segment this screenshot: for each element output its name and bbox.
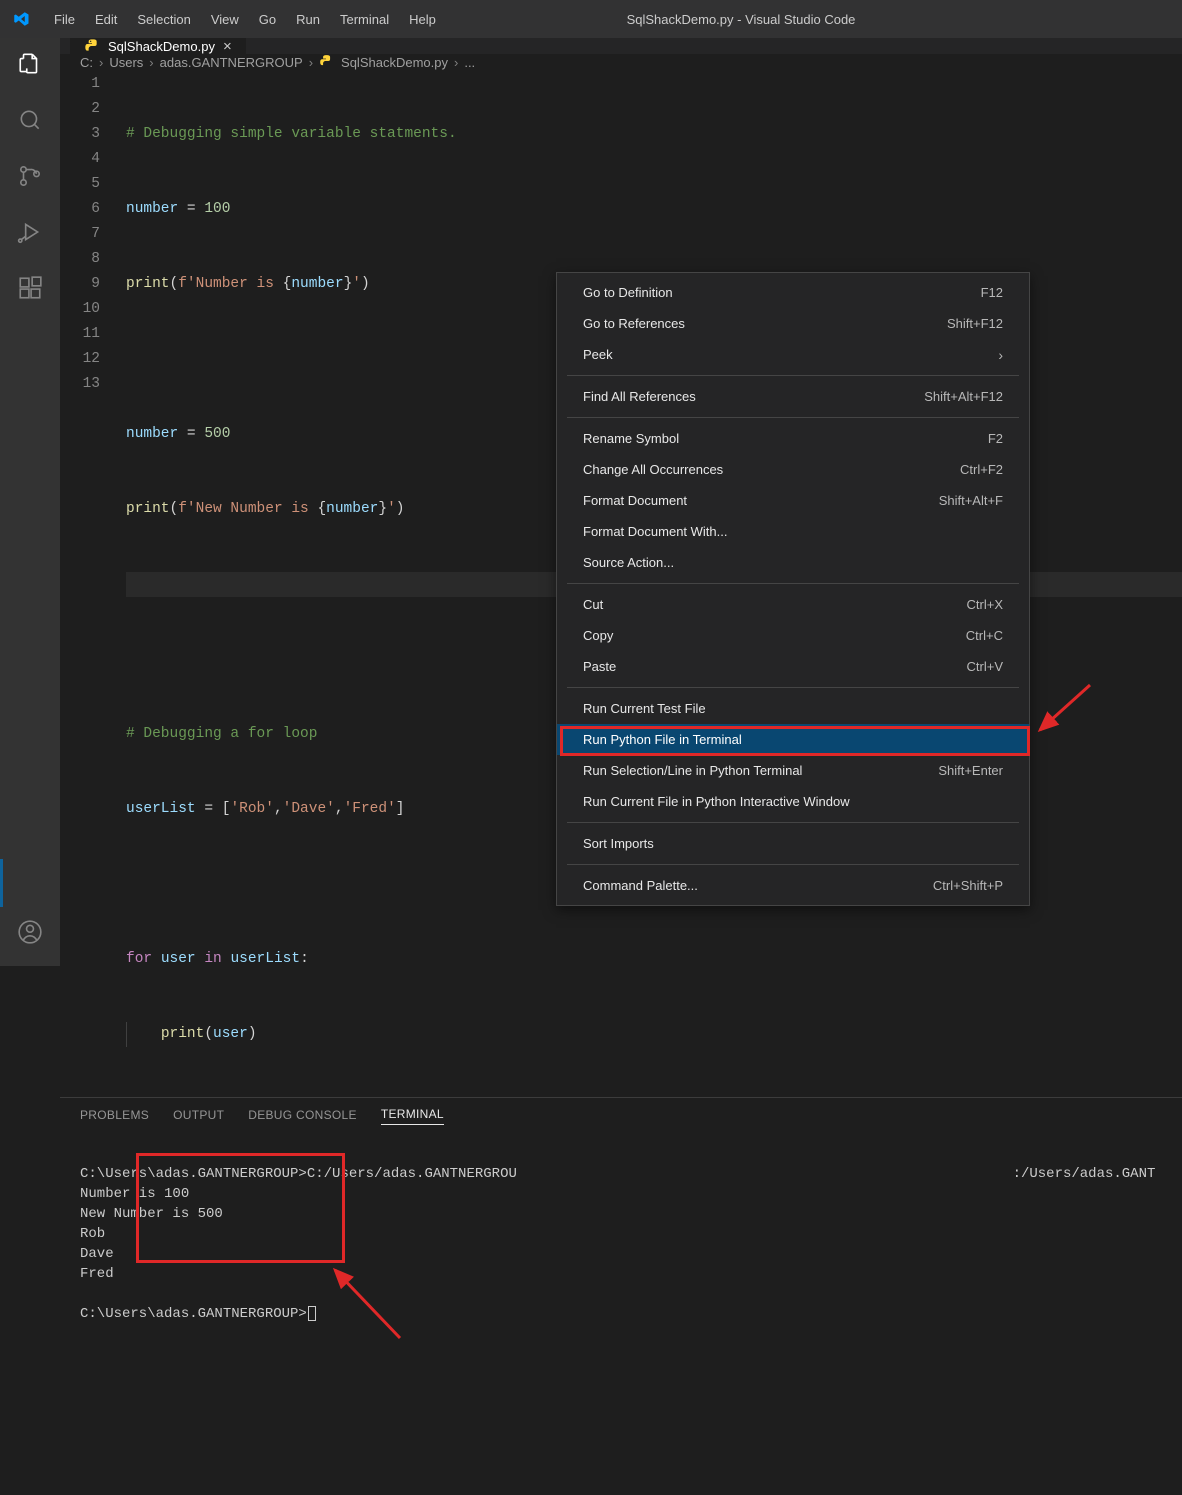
menu-go[interactable]: Go [249, 8, 286, 31]
chevron-right-icon: › [998, 347, 1003, 363]
terminal-prompt: C:\Users\adas.GANTNERGROUP> [80, 1306, 307, 1322]
account-icon[interactable] [16, 918, 44, 946]
ctx-go-to-references[interactable]: Go to ReferencesShift+F12 [557, 308, 1029, 339]
breadcrumb-seg[interactable]: Users [109, 55, 143, 70]
menu-bar: File Edit Selection View Go Run Terminal… [44, 8, 446, 31]
ctx-sort-imports[interactable]: Sort Imports [557, 828, 1029, 859]
context-menu: Go to DefinitionF12 Go to ReferencesShif… [556, 272, 1030, 906]
ctx-run-current-test-file[interactable]: Run Current Test File [557, 693, 1029, 724]
vscode-logo-icon [12, 10, 30, 28]
terminal-output-line: New Number is 500 [80, 1206, 223, 1222]
breadcrumb-seg[interactable]: adas.GANTNERGROUP [160, 55, 303, 70]
ctx-separator [567, 583, 1019, 584]
breadcrumb-seg[interactable]: C: [80, 55, 93, 70]
panel-tab-terminal[interactable]: TERMINAL [381, 1107, 444, 1125]
ctx-change-all-occurrences[interactable]: Change All OccurrencesCtrl+F2 [557, 454, 1029, 485]
python-file-icon [319, 54, 335, 70]
ctx-source-action[interactable]: Source Action... [557, 547, 1029, 578]
ctx-peek[interactable]: Peek› [557, 339, 1029, 370]
panel-tab-debug[interactable]: DEBUG CONSOLE [248, 1108, 357, 1125]
extensions-icon[interactable] [16, 274, 44, 302]
ctx-go-to-definition[interactable]: Go to DefinitionF12 [557, 277, 1029, 308]
terminal-line: :/Users/adas.GANT [1013, 1166, 1156, 1182]
ctx-command-palette[interactable]: Command Palette...Ctrl+Shift+P [557, 870, 1029, 901]
title-bar: File Edit Selection View Go Run Terminal… [0, 0, 1182, 38]
ctx-rename-symbol[interactable]: Rename SymbolF2 [557, 423, 1029, 454]
menu-edit[interactable]: Edit [85, 8, 127, 31]
editor-tabs: SqlShackDemo.py × [60, 38, 1182, 54]
terminal-output-line: Fred [80, 1266, 114, 1282]
menu-view[interactable]: View [201, 8, 249, 31]
panel-tab-problems[interactable]: PROBLEMS [80, 1108, 149, 1125]
ctx-separator [567, 864, 1019, 865]
breadcrumb-seg[interactable]: ... [464, 55, 475, 70]
ctx-separator [567, 375, 1019, 376]
search-icon[interactable] [16, 106, 44, 134]
activity-indicator [0, 859, 3, 907]
ctx-format-document[interactable]: Format DocumentShift+Alt+F [557, 485, 1029, 516]
debug-icon[interactable] [16, 218, 44, 246]
menu-file[interactable]: File [44, 8, 85, 31]
explorer-icon[interactable] [16, 50, 44, 78]
menu-selection[interactable]: Selection [127, 8, 200, 31]
panel-tabs: PROBLEMS OUTPUT DEBUG CONSOLE TERMINAL [60, 1098, 1182, 1134]
ctx-separator [567, 822, 1019, 823]
close-icon[interactable]: × [223, 39, 232, 54]
tab-label: SqlShackDemo.py [108, 39, 215, 54]
terminal-output-line: Rob [80, 1226, 105, 1242]
panel: PROBLEMS OUTPUT DEBUG CONSOLE TERMINAL C… [60, 1097, 1182, 1495]
tab-sqlshackdemo[interactable]: SqlShackDemo.py × [70, 38, 247, 54]
ctx-find-all-references[interactable]: Find All ReferencesShift+Alt+F12 [557, 381, 1029, 412]
ctx-copy[interactable]: CopyCtrl+C [557, 620, 1029, 651]
terminal-output-line: Dave [80, 1246, 114, 1262]
terminal-line: C:\Users\adas.GANTNERGROUP>C:/Users/adas… [80, 1166, 517, 1182]
ctx-run-python-file-in-terminal[interactable]: Run Python File in Terminal [557, 724, 1029, 755]
ctx-paste[interactable]: PasteCtrl+V [557, 651, 1029, 682]
line-gutter: 1 2 3 4 5 6 7 8 9 10 11 12 13 [60, 72, 126, 1097]
menu-terminal[interactable]: Terminal [330, 8, 399, 31]
ctx-run-selection-in-terminal[interactable]: Run Selection/Line in Python TerminalShi… [557, 755, 1029, 786]
ctx-run-in-interactive-window[interactable]: Run Current File in Python Interactive W… [557, 786, 1029, 817]
source-control-icon[interactable] [16, 162, 44, 190]
activity-bar [0, 38, 60, 966]
menu-run[interactable]: Run [286, 8, 330, 31]
ctx-format-document-with[interactable]: Format Document With... [557, 516, 1029, 547]
terminal-cursor [308, 1306, 316, 1321]
menu-help[interactable]: Help [399, 8, 446, 31]
panel-tab-output[interactable]: OUTPUT [173, 1108, 224, 1125]
terminal[interactable]: C:\Users\adas.GANTNERGROUP>C:/Users/adas… [60, 1134, 1182, 1344]
breadcrumb-seg[interactable]: SqlShackDemo.py [341, 55, 448, 70]
breadcrumb[interactable]: C:› Users› adas.GANTNERGROUP› SqlShackDe… [60, 54, 1182, 70]
python-file-icon [84, 38, 100, 54]
terminal-output-line: Number is 100 [80, 1186, 189, 1202]
ctx-cut[interactable]: CutCtrl+X [557, 589, 1029, 620]
ctx-separator [567, 417, 1019, 418]
ctx-separator [567, 687, 1019, 688]
